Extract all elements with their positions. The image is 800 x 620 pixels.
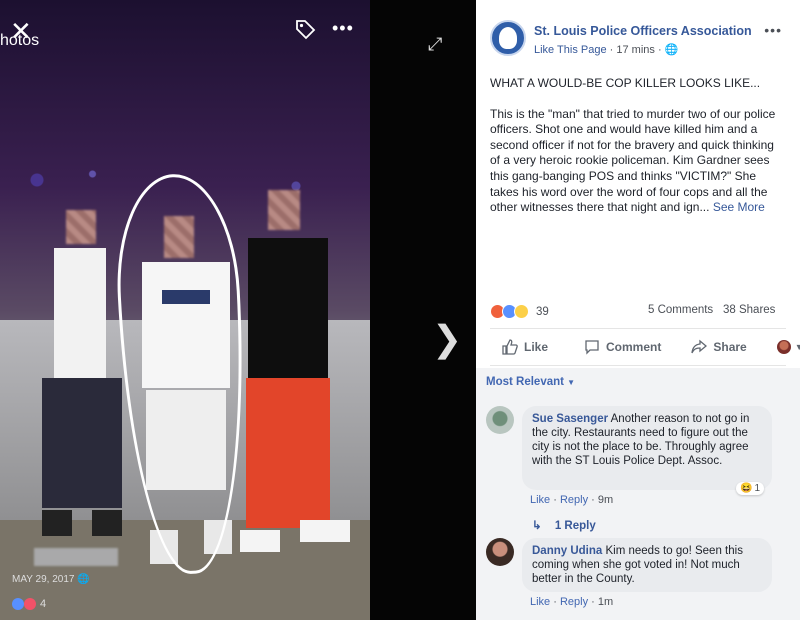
comment-time[interactable]: 9m	[598, 494, 613, 506]
black-shirt	[248, 238, 328, 378]
post-body: WHAT A WOULD-BE COP KILLER LOOKS LIKE...…	[476, 66, 800, 216]
comment-reaction-count: 1	[754, 483, 761, 494]
comment-reactions[interactable]: 😆 1	[736, 482, 765, 495]
blurred-face	[268, 190, 300, 230]
police-badge-icon	[499, 27, 517, 49]
close-icon[interactable]: ✕	[10, 18, 36, 44]
post-photo[interactable]	[0, 0, 370, 620]
see-more-link[interactable]: See More	[713, 200, 765, 214]
comment-like-link[interactable]: Like	[530, 596, 550, 608]
like-page-link[interactable]: Like This Page	[534, 44, 607, 56]
footer-separator: ·	[591, 596, 598, 608]
comment-footer: Like · Reply · 9m	[530, 494, 613, 506]
more-options-icon[interactable]: •••	[332, 18, 354, 39]
shoe	[240, 530, 280, 552]
photo-reaction-count: 4	[40, 598, 47, 610]
photo-reactions[interactable]: 4	[12, 598, 46, 610]
share-button[interactable]: Share	[691, 339, 747, 355]
post-paragraph: This is the "man" that tried to murder t…	[490, 107, 786, 216]
footer-separator: ·	[591, 494, 598, 506]
commenter-name[interactable]: Sue Sasenger	[532, 413, 608, 425]
comment-like-link[interactable]: Like	[530, 494, 550, 506]
shoe	[42, 510, 72, 536]
photo-viewer: hotos ✕ ••• ⤢ ❯ MAY 29, 2017 🌐 4	[0, 0, 476, 620]
comments-count-link[interactable]: 5 Comments	[648, 304, 713, 316]
post-body-text: This is the "man" that tried to murder t…	[490, 106, 776, 215]
comment-icon	[585, 340, 599, 355]
photo-theater: hotos ✕ ••• ⤢ ❯ MAY 29, 2017 🌐 4 St. Lou…	[0, 0, 800, 620]
thumbs-up-icon	[502, 339, 518, 355]
red-pants	[246, 378, 330, 528]
commenter-avatar[interactable]	[486, 406, 514, 434]
post-header: St. Louis Police Officers Association Li…	[476, 0, 800, 66]
replies-label: 1 Reply	[554, 520, 596, 532]
post-time[interactable]: 17 mins	[616, 44, 655, 56]
next-photo-arrow[interactable]: ❯	[432, 318, 462, 360]
viewer-avatar	[776, 340, 791, 354]
wow-reaction-icon	[514, 304, 529, 319]
page-name-link[interactable]: St. Louis Police Officers Association	[534, 24, 752, 38]
comments-section: Most Relevant ▼ Sue Sasenger Another rea…	[476, 368, 800, 620]
like-button[interactable]: Like	[502, 339, 548, 355]
post-as-selector[interactable]: ▼	[776, 340, 800, 354]
tank-top	[54, 248, 106, 378]
reaction-summary[interactable]: 39	[490, 304, 549, 319]
share-icon	[691, 339, 708, 354]
comment-time[interactable]: 1m	[598, 596, 613, 608]
footer-separator: ·	[553, 596, 560, 608]
sort-label: Most Relevant	[486, 376, 564, 388]
meta-separator: ·	[657, 44, 665, 56]
blurred-face	[66, 210, 96, 244]
photo-date-text: MAY 29, 2017	[12, 574, 75, 585]
public-globe-icon: 🌐	[664, 44, 679, 56]
like-label: Like	[524, 340, 549, 354]
person-right	[240, 190, 350, 570]
post-options-icon[interactable]: •••	[764, 22, 782, 38]
reaction-count: 39	[536, 305, 549, 318]
post-stats: 39 5 Comments 38 Shares	[490, 304, 786, 320]
view-replies-link[interactable]: ↳ 1 Reply	[532, 518, 596, 532]
shoe	[92, 510, 122, 536]
shoe	[300, 520, 350, 542]
comment-reply-link[interactable]: Reply	[560, 494, 588, 506]
comment-item: Danny Udina Kim needs to go! Seen this c…	[486, 538, 786, 618]
love-reaction-icon	[24, 598, 36, 610]
person-left	[36, 210, 126, 550]
comment-sort-dropdown[interactable]: Most Relevant ▼	[486, 376, 575, 388]
globe-icon: 🌐	[77, 574, 90, 585]
blurred-caption	[34, 548, 118, 566]
post-meta: Like This Page · 17 mins · 🌐	[534, 43, 678, 56]
commenter-name[interactable]: Danny Udina	[532, 545, 602, 557]
comment-reply-link[interactable]: Reply	[560, 596, 588, 608]
tag-icon[interactable]	[294, 18, 318, 42]
share-label: Share	[713, 340, 747, 354]
post-sidebar: St. Louis Police Officers Association Li…	[476, 0, 800, 620]
comment-footer: Like · Reply · 1m	[530, 596, 613, 608]
chevron-down-icon: ▼	[567, 378, 576, 387]
haha-reaction-icon: 😆	[740, 483, 753, 494]
chevron-down-icon: ▼	[794, 342, 800, 352]
comment-button[interactable]: Comment	[584, 339, 661, 355]
comment-bubble: Danny Udina Kim needs to go! Seen this c…	[522, 538, 772, 592]
commenter-avatar[interactable]	[486, 538, 514, 566]
reply-arrow-icon: ↳	[532, 520, 542, 532]
comment-bubble: Sue Sasenger Another reason to not go in…	[522, 406, 772, 490]
post-headline: WHAT A WOULD-BE COP KILLER LOOKS LIKE...	[490, 76, 761, 90]
page-avatar[interactable]	[490, 20, 526, 56]
like-reaction-icon	[12, 598, 24, 610]
footer-separator: ·	[553, 494, 560, 506]
shorts	[42, 378, 122, 508]
comment-item: Sue Sasenger Another reason to not go in…	[486, 406, 786, 546]
post-actions: Like Comment Share ▼	[490, 328, 800, 366]
comment-label: Comment	[606, 340, 662, 354]
fullscreen-icon[interactable]: ⤢	[428, 34, 442, 55]
shares-count-link[interactable]: 38 Shares	[723, 304, 775, 316]
photo-date: MAY 29, 2017 🌐	[12, 574, 90, 585]
